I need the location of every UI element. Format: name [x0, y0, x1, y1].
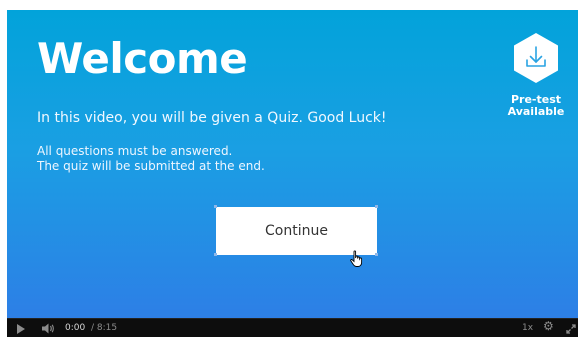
hand-cursor-icon: [350, 250, 363, 267]
selection-handle: [375, 253, 378, 256]
volume-icon[interactable]: [41, 323, 55, 334]
selection-handle: [214, 253, 217, 256]
continue-label: Continue: [265, 223, 328, 239]
selection-handle: [375, 205, 378, 208]
rule-line: All questions must be answered.: [37, 144, 233, 158]
quiz-slide: Welcome In this video, you will be given…: [7, 10, 578, 318]
play-icon[interactable]: [17, 324, 25, 334]
selection-handle: [214, 205, 217, 208]
gear-icon[interactable]: ⚙: [543, 320, 554, 332]
duration: / 8:15: [91, 323, 118, 333]
download-tray-icon: [514, 33, 558, 83]
rule-line: The quiz will be submitted at the end.: [37, 159, 265, 173]
pretest-label-line2: Available: [507, 105, 565, 118]
pretest-badge[interactable]: [513, 32, 559, 84]
playback-speed[interactable]: 1x: [522, 323, 533, 334]
intro-text: In this video, you will be given a Quiz.…: [37, 110, 387, 126]
current-time: 0:00: [65, 323, 86, 333]
continue-button[interactable]: Continue: [216, 207, 377, 255]
page-title: Welcome: [37, 34, 248, 83]
quiz-rules: All questions must be answered. The quiz…: [37, 144, 265, 174]
video-player: Welcome In this video, you will be given…: [7, 10, 578, 337]
fullscreen-icon[interactable]: [566, 324, 576, 334]
player-controls: 0:00 / 8:15 1x ⚙: [7, 318, 578, 337]
pretest-label: Pre-test Available: [493, 94, 578, 118]
